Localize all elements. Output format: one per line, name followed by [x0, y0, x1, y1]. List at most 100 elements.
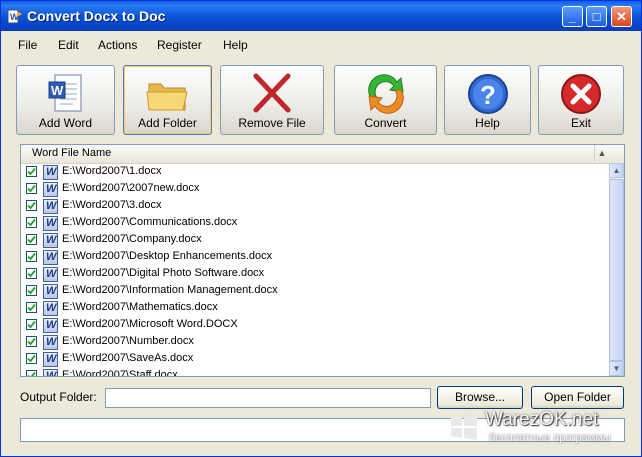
file-row[interactable]: W E:\Word2007\Communications.docx	[21, 215, 609, 232]
maximize-button[interactable]: □	[586, 6, 607, 27]
checkmark-icon	[27, 354, 36, 363]
add-word-button[interactable]: W Add Word	[16, 65, 115, 135]
file-path: E:\Word2007\Number.docx	[62, 335, 194, 347]
file-checkbox[interactable]	[26, 251, 37, 262]
vertical-scrollbar[interactable]: ▲ ▼	[609, 163, 624, 376]
file-checkbox[interactable]	[26, 285, 37, 296]
word-file-icon: W	[43, 216, 58, 231]
close-button[interactable]: ✕	[611, 6, 632, 27]
file-checkbox[interactable]	[26, 234, 37, 245]
help-button[interactable]: ? Help	[444, 65, 531, 135]
file-row[interactable]: W E:\Word2007\SaveAs.docx	[21, 351, 609, 368]
file-row[interactable]: W E:\Word2007\Number.docx	[21, 334, 609, 351]
file-path: E:\Word2007\SaveAs.docx	[62, 352, 194, 364]
checkmark-icon	[27, 269, 36, 278]
scroll-up-icon[interactable]: ▲	[609, 163, 624, 178]
watermark-subtitle: бесплатные программы	[489, 432, 611, 444]
column-header-word-file-name[interactable]: Word File Name	[32, 147, 111, 159]
list-header: Word File Name ▲	[21, 145, 624, 164]
menu-actions[interactable]: Actions	[98, 38, 137, 52]
file-row[interactable]: W E:\Word2007\Digital Photo Software.docx	[21, 266, 609, 283]
word-file-icon: W	[43, 182, 58, 197]
word-document-icon: W	[48, 74, 81, 112]
red-x-icon	[253, 73, 291, 113]
file-path: E:\Word2007\Desktop Enhancements.docx	[62, 250, 273, 262]
word-file-icon: W	[43, 335, 58, 350]
convert-arrows-icon	[367, 74, 404, 114]
maximize-icon: □	[592, 9, 601, 24]
minimize-icon: _	[568, 9, 577, 24]
add-folder-label: Add Folder	[138, 116, 197, 130]
file-row[interactable]: W E:\Word2007\Staff.docx	[21, 368, 609, 377]
file-path: E:\Word2007\Company.docx	[62, 233, 202, 245]
checkmark-icon	[27, 303, 36, 312]
checkmark-icon	[27, 167, 36, 176]
sort-arrow-icon: ▲	[594, 145, 609, 162]
scroll-thumb[interactable]	[609, 179, 624, 361]
remove-file-label: Remove File	[238, 116, 306, 130]
file-path: E:\Word2007\3.docx	[62, 199, 162, 211]
svg-text:?: ?	[480, 80, 496, 110]
file-checkbox[interactable]	[26, 353, 37, 364]
file-path: E:\Word2007\Mathematics.docx	[62, 301, 218, 313]
remove-file-button[interactable]: Remove File	[220, 65, 324, 135]
file-row[interactable]: W E:\Word2007\1.docx	[21, 164, 609, 181]
exit-button[interactable]: Exit	[538, 65, 624, 135]
menu-help[interactable]: Help	[223, 38, 248, 52]
file-checkbox[interactable]	[26, 200, 37, 211]
convert-button[interactable]: Convert	[334, 65, 437, 135]
file-path: E:\Word2007\Microsoft Word.DOCX	[62, 318, 238, 330]
file-checkbox[interactable]	[26, 217, 37, 228]
file-row[interactable]: W E:\Word2007\2007new.docx	[21, 181, 609, 198]
help-question-icon: ?	[467, 74, 508, 114]
minimize-button[interactable]: _	[562, 6, 583, 27]
file-path: E:\Word2007\Communications.docx	[62, 216, 238, 228]
file-row[interactable]: W E:\Word2007\Company.docx	[21, 232, 609, 249]
checkmark-icon	[27, 252, 36, 261]
checkmark-icon	[27, 286, 36, 295]
file-path: E:\Word2007\Staff.docx	[62, 369, 178, 377]
word-file-icon: W	[43, 267, 58, 282]
menu-edit[interactable]: Edit	[58, 38, 79, 52]
file-checkbox[interactable]	[26, 166, 37, 177]
file-row[interactable]: W E:\Word2007\3.docx	[21, 198, 609, 215]
word-file-icon: W	[43, 250, 58, 265]
file-list[interactable]: Word File Name ▲ W E:\Word2007\1.docx W E:\…	[20, 144, 625, 377]
checkmark-icon	[27, 371, 36, 376]
file-row[interactable]: W E:\Word2007\Mathematics.docx	[21, 300, 609, 317]
app-icon: W	[7, 9, 22, 24]
close-icon: ✕	[616, 9, 627, 24]
file-path: E:\Word2007\2007new.docx	[62, 182, 200, 194]
window-title: Convert Docx to Doc	[27, 8, 166, 24]
word-file-icon: W	[43, 301, 58, 316]
menu-register[interactable]: Register	[157, 38, 202, 52]
word-file-icon: W	[43, 369, 58, 376]
menu-file[interactable]: File	[18, 38, 37, 52]
file-checkbox[interactable]	[26, 302, 37, 313]
convert-label: Convert	[364, 116, 407, 130]
file-path: E:\Word2007\Digital Photo Software.docx	[62, 267, 265, 279]
file-path: E:\Word2007\Information Management.docx	[62, 284, 278, 296]
folder-icon	[145, 83, 188, 111]
checkmark-icon	[27, 218, 36, 227]
output-folder-input[interactable]	[105, 388, 431, 408]
file-row[interactable]: W E:\Word2007\Microsoft Word.DOCX	[21, 317, 609, 334]
file-checkbox[interactable]	[26, 183, 37, 194]
menu-bar: File Edit Actions Register Help	[1, 34, 641, 56]
scroll-down-icon[interactable]: ▼	[609, 361, 624, 376]
exit-label: Exit	[570, 116, 591, 130]
file-row[interactable]: W E:\Word2007\Desktop Enhancements.docx	[21, 249, 609, 266]
file-checkbox[interactable]	[26, 319, 37, 330]
title-bar[interactable]: W Convert Docx to Doc _ □ ✕	[1, 1, 641, 31]
help-label: Help	[475, 116, 500, 130]
word-file-icon: W	[43, 318, 58, 333]
file-checkbox[interactable]	[26, 370, 37, 376]
file-checkbox[interactable]	[26, 268, 37, 279]
app-window: W Convert Docx to Doc _ □ ✕ File Edit Ac…	[0, 0, 642, 457]
file-checkbox[interactable]	[26, 336, 37, 347]
output-folder-label: Output Folder:	[20, 390, 97, 404]
file-row[interactable]: W E:\Word2007\Information Management.docx	[21, 283, 609, 300]
add-folder-button[interactable]: Add Folder	[123, 65, 212, 135]
file-path: E:\Word2007\1.docx	[62, 165, 162, 177]
checkmark-icon	[27, 184, 36, 193]
